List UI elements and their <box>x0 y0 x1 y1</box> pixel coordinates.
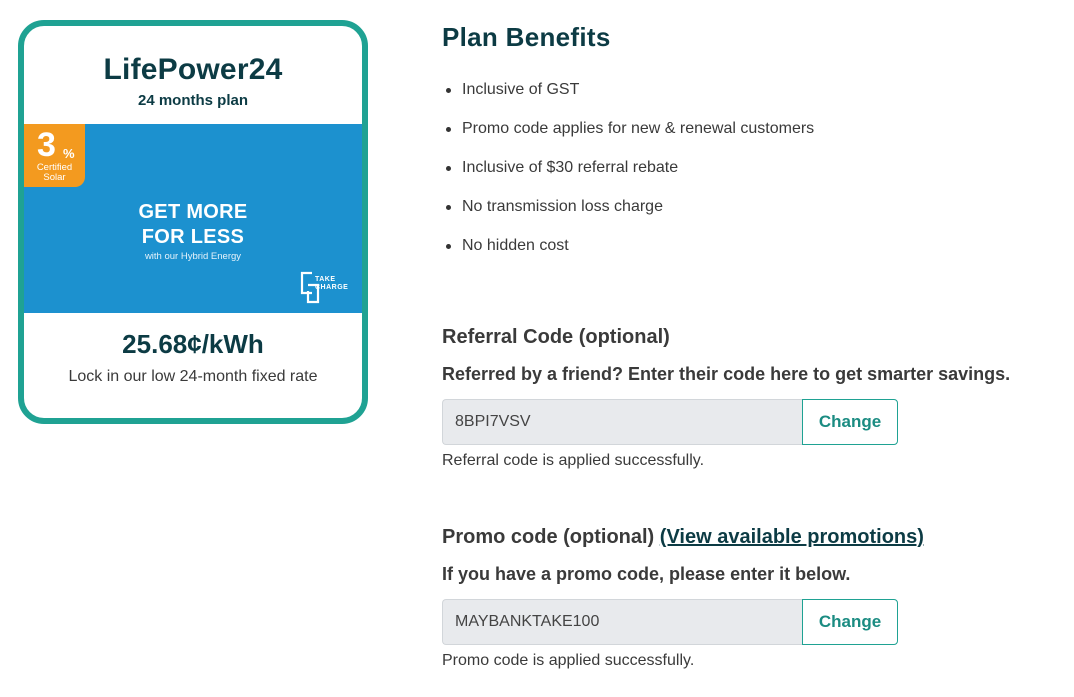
benefits-title: Plan Benefits <box>442 22 611 52</box>
take-charge-logo: TAKE CHARGE <box>298 269 354 305</box>
promo-change-button[interactable]: Change <box>802 599 898 645</box>
plan-card: LifePower24 24 months plan 3 % Certified… <box>18 20 368 424</box>
referral-status: Referral code is applied successfully. <box>442 452 705 469</box>
promo-subtitle: If you have a promo code, please enter i… <box>442 564 851 584</box>
referral-code-input[interactable] <box>442 399 802 445</box>
plan-rate-description: Lock in our low 24-month fixed rate <box>68 368 318 385</box>
badge-text: Certified Solar <box>24 163 85 183</box>
logo-line1: TAKE <box>315 276 336 283</box>
promo-title-row: Promo code (optional) (View available pr… <box>442 526 924 549</box>
promo-code-input[interactable] <box>442 599 802 645</box>
banner-headline-line1: GET MORE <box>138 201 248 223</box>
referral-title: Referral Code (optional) <box>442 326 670 348</box>
benefit-item: No hidden cost <box>442 236 814 275</box>
view-promotions-link[interactable]: (View available promotions) <box>660 526 924 548</box>
certified-solar-badge: 3 % Certified Solar <box>24 124 85 187</box>
plan-rate: 25.68¢/kWh <box>122 329 264 359</box>
badge-number: 3 <box>37 126 56 164</box>
badge-percent: % <box>63 146 75 161</box>
banner-subline: with our Hybrid Energy <box>144 251 242 262</box>
promo-banner: 3 % Certified Solar GET MORE FOR LESS wi… <box>24 124 362 313</box>
benefit-item: Inclusive of GST <box>442 80 814 119</box>
referral-subtitle: Referred by a friend? Enter their code h… <box>442 364 1011 384</box>
badge-text-line2: Solar <box>43 172 66 183</box>
promo-status: Promo code is applied successfully. <box>442 652 695 669</box>
benefit-item: No transmission loss charge <box>442 197 814 236</box>
benefit-item: Promo code applies for new & renewal cus… <box>442 119 814 158</box>
banner-headline-line2: FOR LESS <box>141 226 245 248</box>
plan-term: 24 months plan <box>137 92 249 109</box>
benefit-item: Inclusive of $30 referral rebate <box>442 158 814 197</box>
logo-line2: CHARGE <box>315 284 349 291</box>
take-charge-logo-text: TAKE CHARGE <box>315 276 348 292</box>
banner-headline: GET MORE FOR LESS <box>24 200 362 250</box>
referral-change-button[interactable]: Change <box>802 399 898 445</box>
benefits-list: Inclusive of GST Promo code applies for … <box>442 80 814 275</box>
plan-name: LifePower24 <box>103 53 283 86</box>
promo-title: Promo code (optional) <box>442 526 655 548</box>
